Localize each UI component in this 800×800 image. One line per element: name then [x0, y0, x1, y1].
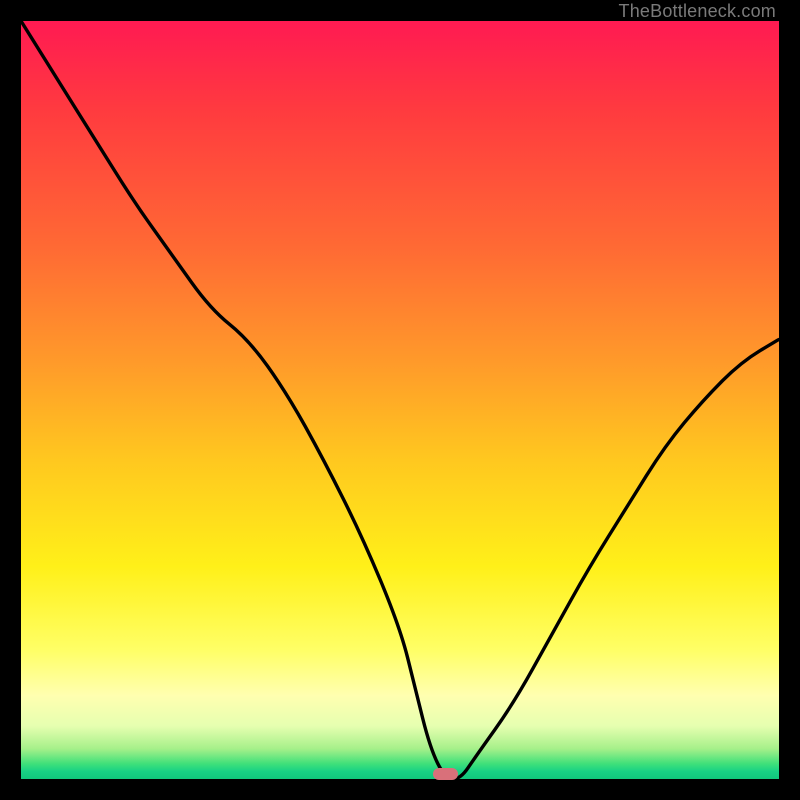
chart-frame: TheBottleneck.com [0, 0, 800, 800]
bottleneck-curve [21, 21, 779, 779]
optimal-point-marker [433, 768, 457, 780]
attribution-text: TheBottleneck.com [619, 1, 776, 22]
curve-path [21, 21, 779, 779]
